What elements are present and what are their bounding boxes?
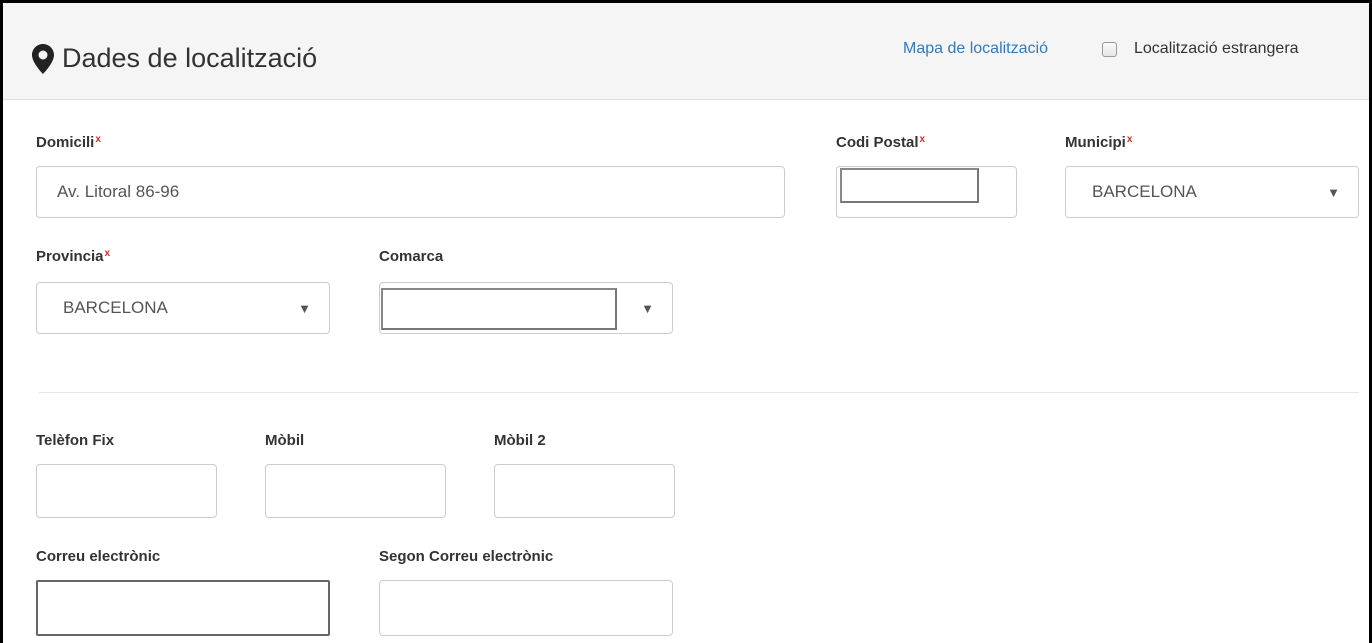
municipi-label: Municipix: [1065, 134, 1133, 151]
section-divider: [39, 392, 1359, 393]
foreign-location-checkbox[interactable]: [1102, 42, 1117, 57]
required-marker: x: [1126, 134, 1133, 145]
map-link[interactable]: Mapa de localització: [903, 40, 1048, 58]
panel-title: Dades de localització: [32, 43, 317, 74]
required-marker: x: [95, 134, 101, 145]
telefon-fix-label: Telèfon Fix: [36, 432, 115, 449]
panel-title-text: Dades de localització: [62, 43, 318, 73]
chevron-down-icon: ▼: [1327, 184, 1340, 200]
required-marker: x: [919, 134, 926, 145]
segon-correu-input[interactable]: [379, 580, 673, 636]
mobil-label: Mòbil: [265, 432, 305, 449]
domicili-label: Domicilix: [36, 134, 101, 151]
foreign-location-label: Localització estrangera: [1134, 40, 1299, 57]
chevron-down-icon: ▼: [298, 300, 311, 316]
location-panel: Dades de localització Mapa de localitzac…: [0, 0, 1372, 643]
mobil2-label: Mòbil 2: [494, 432, 546, 449]
provincia-selected-value: BARCELONA: [63, 298, 168, 317]
municipi-selected-value: BARCELONA: [1092, 182, 1197, 201]
required-marker: x: [104, 248, 111, 259]
chevron-down-icon: ▼: [641, 300, 654, 316]
comarca-label: Comarca: [379, 248, 444, 265]
map-marker-icon: [32, 43, 54, 74]
comarca-select[interactable]: ▼: [379, 282, 673, 334]
correu-label: Correu electrònic: [36, 548, 161, 565]
mobil2-input[interactable]: [494, 464, 675, 518]
codi-postal-label: Codi Postalx: [836, 134, 926, 151]
mobil-input[interactable]: [265, 464, 446, 518]
correu-input[interactable]: [36, 580, 330, 636]
provincia-select[interactable]: BARCELONA ▼: [36, 282, 330, 334]
panel-heading: Dades de localització Mapa de localitzac…: [3, 3, 1369, 100]
codi-postal-input[interactable]: [836, 166, 1017, 218]
provincia-label: Provinciax: [36, 248, 111, 265]
municipi-select[interactable]: BARCELONA ▼: [1065, 166, 1359, 218]
domicili-input[interactable]: Av. Litoral 86-96: [36, 166, 785, 218]
codi-postal-inner-field[interactable]: [840, 168, 979, 203]
telefon-fix-input[interactable]: [36, 464, 217, 518]
comarca-inner-field: [381, 288, 617, 330]
segon-correu-label: Segon Correu electrònic: [379, 548, 554, 565]
